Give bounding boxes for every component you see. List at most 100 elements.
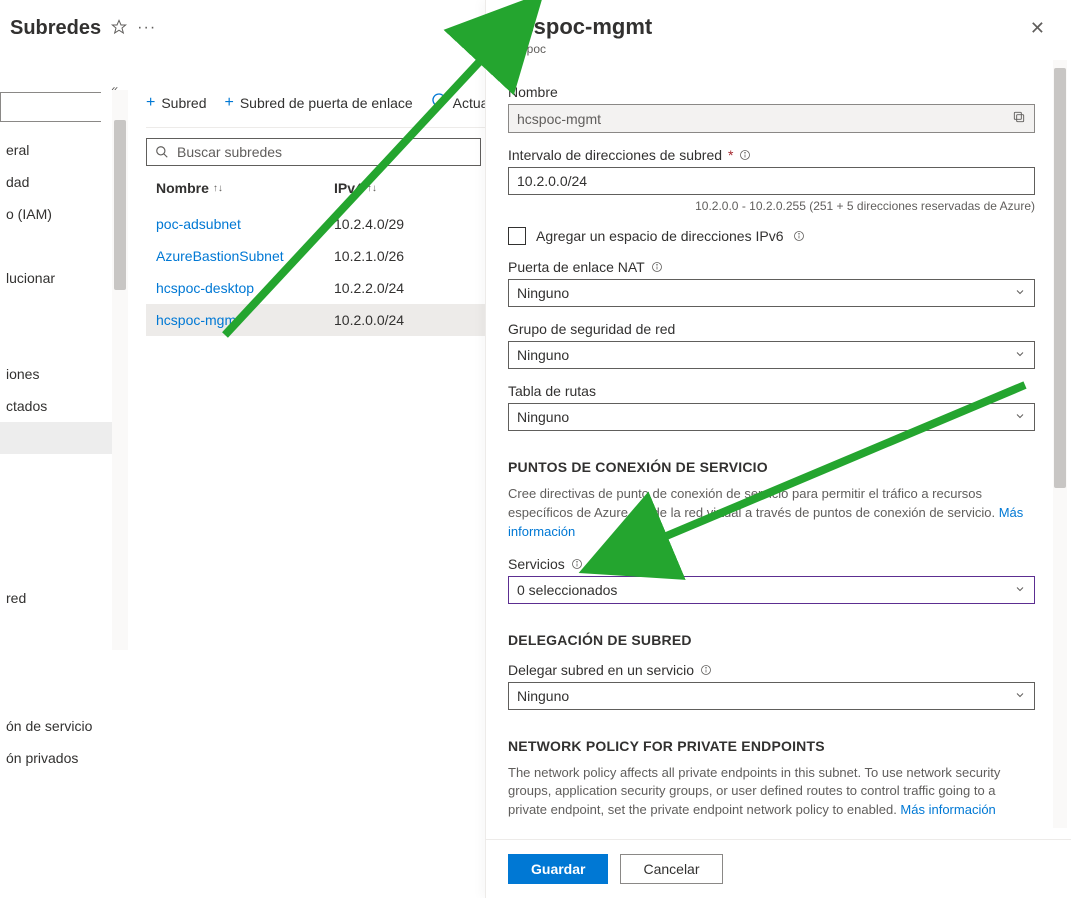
sort-icon: ↑↓ xyxy=(367,183,377,194)
subnet-detail-panel: hcspoc-mgmt hcspoc ✕ Nombre hcspoc-mgmt … xyxy=(485,0,1071,898)
subnet-ipv4-value: 10.2.0.0/24 xyxy=(334,312,474,328)
plus-icon: + xyxy=(225,94,234,112)
nat-select[interactable]: Ninguno xyxy=(508,279,1035,307)
ipv6-checkbox-label: Agregar un espacio de direcciones IPv6 xyxy=(536,228,783,244)
sidebar-nav-item[interactable] xyxy=(0,678,128,710)
sidebar-nav-item[interactable]: lucionar xyxy=(0,262,128,294)
copy-icon[interactable] xyxy=(1012,110,1026,127)
refresh-icon xyxy=(431,92,447,113)
search-icon xyxy=(155,145,169,159)
cancel-button[interactable]: Cancelar xyxy=(620,854,722,884)
subnet-ipv4-value: 10.2.4.0/29 xyxy=(334,216,474,232)
learn-more-link[interactable]: Más información xyxy=(900,802,995,817)
route-table-value: Ninguno xyxy=(517,409,569,425)
sidebar-nav-item[interactable]: eral xyxy=(0,134,128,166)
subnet-ipv4-value: 10.2.1.0/26 xyxy=(334,248,474,264)
network-policy-heading: NETWORK POLICY FOR PRIVATE ENDPOINTS xyxy=(508,738,1035,754)
range-input[interactable]: 10.2.0.0/24 xyxy=(508,167,1035,195)
name-input[interactable]: hcspoc-mgmt xyxy=(508,104,1035,133)
services-value: 0 seleccionados xyxy=(517,582,617,598)
sidebar-search-input[interactable] xyxy=(0,92,101,122)
name-value: hcspoc-mgmt xyxy=(517,111,601,127)
column-header-ipv4[interactable]: IPv4 ↑↓ xyxy=(334,180,474,196)
range-helper-text: 10.2.0.0 - 10.2.0.255 (251 + 5 direccion… xyxy=(508,199,1035,213)
network-policy-description: The network policy affects all private e… xyxy=(508,764,1035,821)
info-icon[interactable] xyxy=(793,230,805,242)
subnet-name-link[interactable]: hcspoc-desktop xyxy=(156,280,334,296)
sidebar-scrollbar[interactable] xyxy=(112,90,128,650)
chevron-down-icon xyxy=(1014,347,1026,363)
subnet-name-link[interactable]: poc-adsubnet xyxy=(156,216,334,232)
refresh-label: Actua xyxy=(453,95,489,111)
sidebar-nav-item[interactable]: ón privados xyxy=(0,742,128,774)
left-sidebar: Subredes ··· « eraldado (IAM) lucionar i… xyxy=(0,0,128,898)
subnet-name-link[interactable]: hcspoc-mgmt xyxy=(156,312,334,328)
delegation-label: Delegar subred en un servicio xyxy=(508,662,1035,678)
save-button[interactable]: Guardar xyxy=(508,854,608,884)
sidebar-nav-item[interactable] xyxy=(0,294,128,326)
nat-label: Puerta de enlace NAT xyxy=(508,259,1035,275)
sidebar-nav-item[interactable] xyxy=(0,486,128,518)
panel-footer: Guardar Cancelar xyxy=(486,839,1071,898)
subnet-search-placeholder: Buscar subredes xyxy=(177,144,282,160)
nsg-label: Grupo de seguridad de red xyxy=(508,321,1035,337)
nat-value: Ninguno xyxy=(517,285,569,301)
sidebar-nav-item[interactable] xyxy=(0,614,128,646)
route-table-select[interactable]: Ninguno xyxy=(508,403,1035,431)
chevron-down-icon xyxy=(1014,582,1026,598)
info-icon[interactable] xyxy=(571,558,583,570)
services-select[interactable]: 0 seleccionados xyxy=(508,576,1035,604)
column-header-name[interactable]: Nombre ↑↓ xyxy=(156,180,334,196)
panel-title: hcspoc-mgmt xyxy=(508,14,1026,40)
nsg-value: Ninguno xyxy=(517,347,569,363)
sort-icon: ↑↓ xyxy=(213,183,223,194)
subnet-ipv4-value: 10.2.2.0/24 xyxy=(334,280,474,296)
refresh-button[interactable]: Actua xyxy=(431,92,489,113)
delegation-heading: DELEGACIÓN DE SUBRED xyxy=(508,632,1035,648)
route-table-label: Tabla de rutas xyxy=(508,383,1035,399)
sidebar-nav-item[interactable] xyxy=(0,422,128,454)
sidebar-nav-list: eraldado (IAM) lucionar ionesctados red … xyxy=(0,134,128,774)
panel-subtitle: hcspoc xyxy=(508,42,1026,56)
add-subnet-button[interactable]: + Subred xyxy=(146,94,207,112)
favorite-star-icon[interactable] xyxy=(111,19,127,38)
info-icon[interactable] xyxy=(700,664,712,676)
page-title: Subredes xyxy=(10,17,101,40)
services-label: Servicios xyxy=(508,556,1035,572)
name-label: Nombre xyxy=(508,84,1035,100)
add-gateway-subnet-button[interactable]: + Subred de puerta de enlace xyxy=(225,94,413,112)
sidebar-nav-item[interactable]: red xyxy=(0,582,128,614)
required-asterisk: * xyxy=(728,147,733,163)
info-icon[interactable] xyxy=(739,149,751,161)
sidebar-nav-item[interactable]: ctados xyxy=(0,390,128,422)
sidebar-nav-item[interactable]: iones xyxy=(0,358,128,390)
sidebar-nav-item[interactable] xyxy=(0,646,128,678)
service-endpoints-heading: PUNTOS DE CONEXIÓN DE SERVICIO xyxy=(508,459,1035,475)
plus-icon: + xyxy=(146,94,155,112)
chevron-down-icon xyxy=(1014,285,1026,301)
sidebar-nav-item[interactable] xyxy=(0,230,128,262)
sidebar-nav-item[interactable]: o (IAM) xyxy=(0,198,128,230)
range-label: Intervalo de direcciones de subred * xyxy=(508,147,1035,163)
sidebar-nav-item[interactable] xyxy=(0,550,128,582)
add-gateway-subnet-label: Subred de puerta de enlace xyxy=(240,95,413,111)
chevron-down-icon xyxy=(1014,688,1026,704)
info-icon[interactable] xyxy=(651,261,663,273)
delegation-value: Ninguno xyxy=(517,688,569,704)
nsg-select[interactable]: Ninguno xyxy=(508,341,1035,369)
sidebar-nav-item[interactable] xyxy=(0,326,128,358)
add-subnet-label: Subred xyxy=(161,95,206,111)
ipv6-checkbox[interactable] xyxy=(508,227,526,245)
sidebar-nav-item[interactable] xyxy=(0,518,128,550)
service-endpoints-description: Cree directivas de punto de conexión de … xyxy=(508,485,1035,542)
chevron-down-icon xyxy=(1014,409,1026,425)
subnet-search-input[interactable]: Buscar subredes xyxy=(146,138,481,166)
panel-scrollbar[interactable] xyxy=(1053,60,1067,828)
sidebar-nav-item[interactable]: dad xyxy=(0,166,128,198)
subnet-name-link[interactable]: AzureBastionSubnet xyxy=(156,248,334,264)
delegation-select[interactable]: Ninguno xyxy=(508,682,1035,710)
sidebar-nav-item[interactable] xyxy=(0,454,128,486)
range-value: 10.2.0.0/24 xyxy=(517,173,587,189)
close-icon[interactable]: ✕ xyxy=(1026,14,1049,43)
sidebar-nav-item[interactable]: ón de servicio xyxy=(0,710,128,742)
